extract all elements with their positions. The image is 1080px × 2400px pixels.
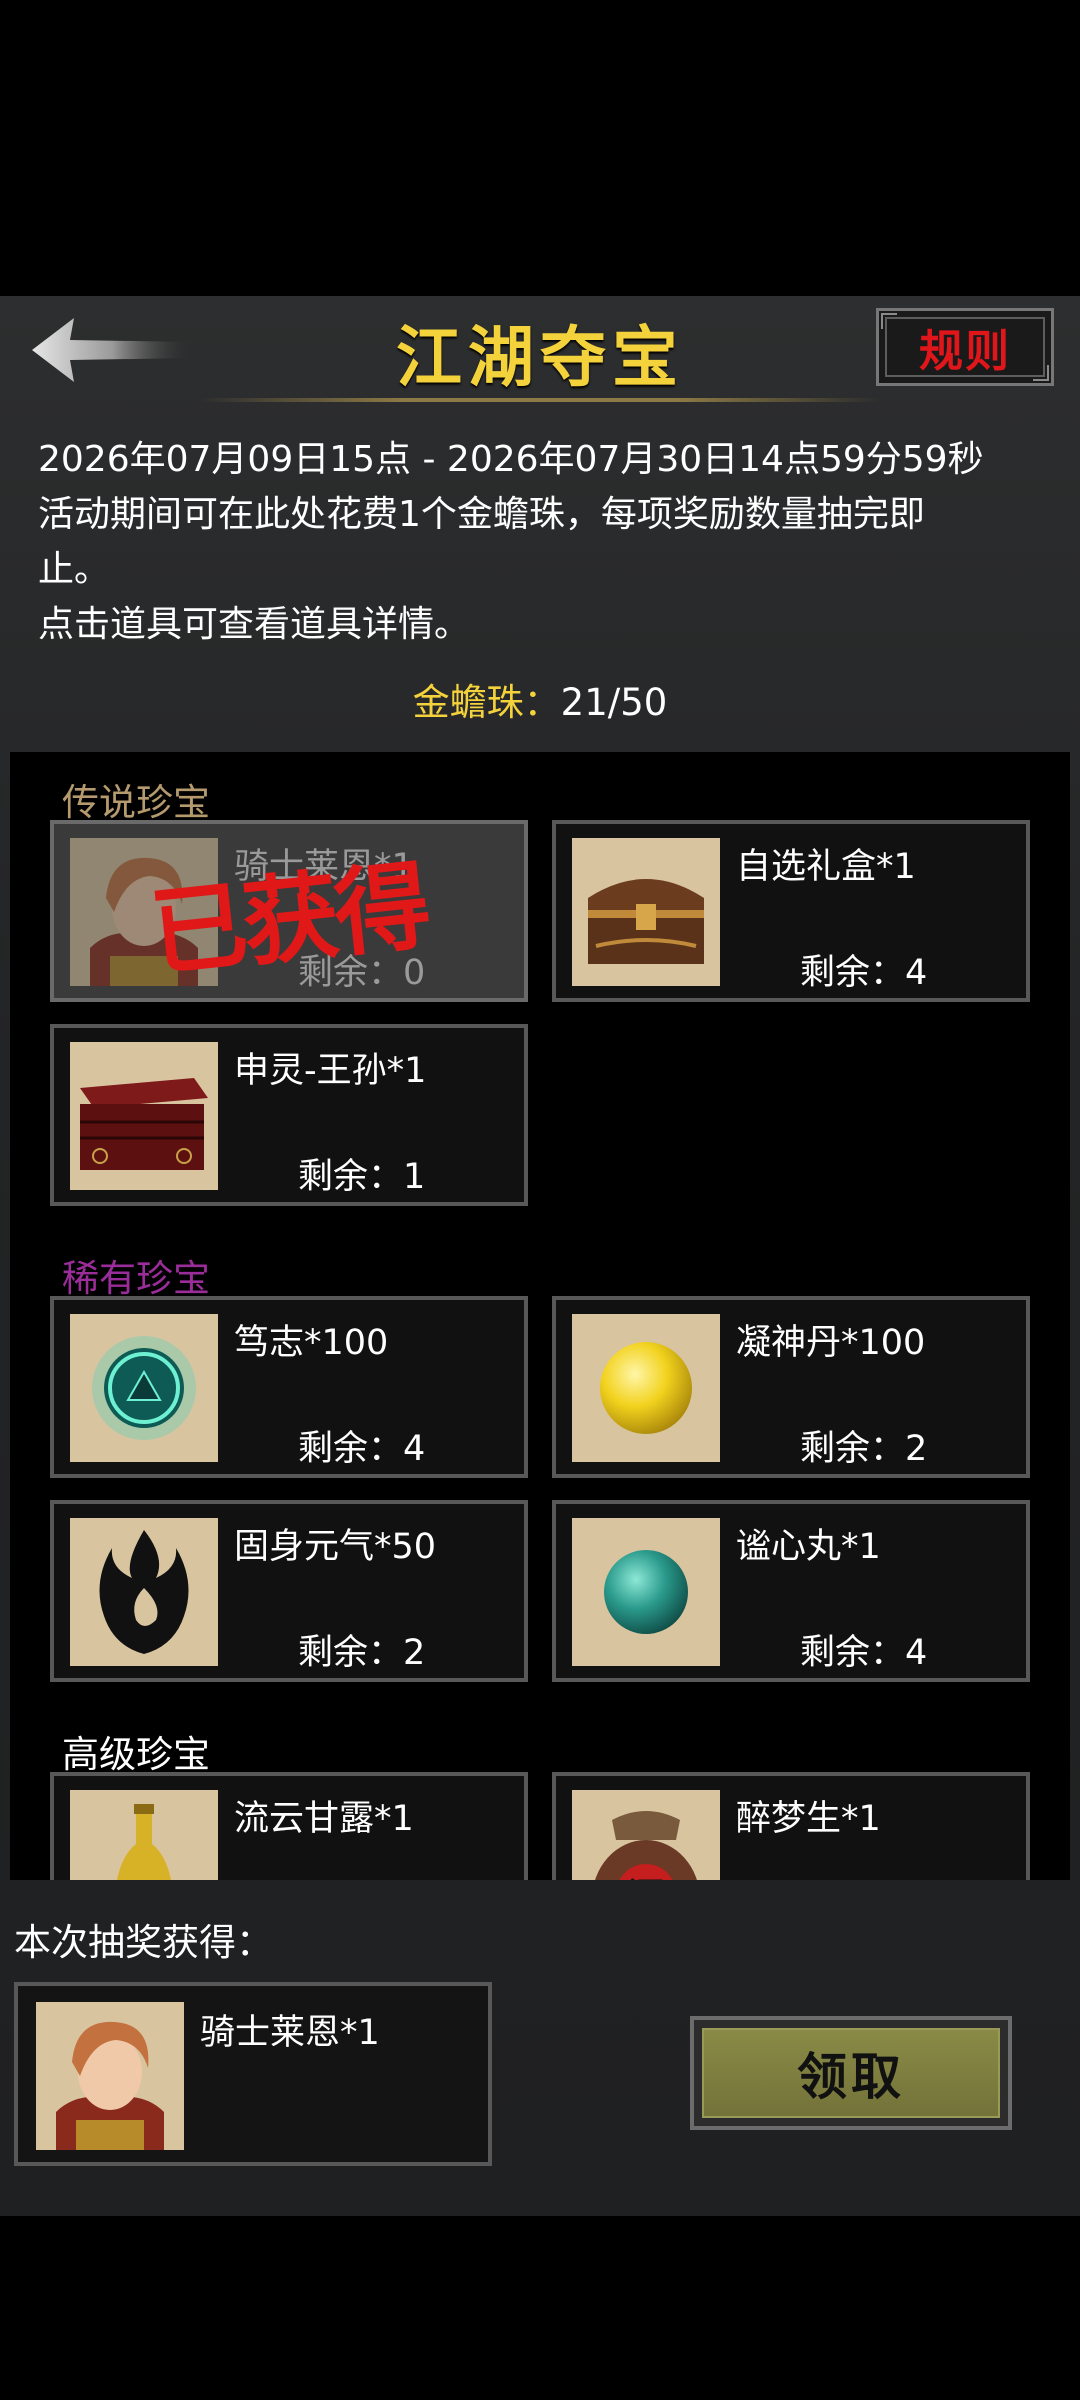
frame-corner <box>1033 365 1049 381</box>
section-title-advanced: 高级珍宝 <box>62 1733 210 1776</box>
reward-name: 自选礼盒*1 <box>736 847 916 887</box>
reward-name: 流云甘露*1 <box>234 1799 414 1839</box>
teal-pill-icon <box>572 1518 720 1666</box>
claimed-stamp: 已获得 <box>145 848 432 991</box>
rules-button[interactable]: 规则 <box>876 308 1054 386</box>
rules-label: 规则 <box>919 326 1011 377</box>
reward-name: 谧心丸*1 <box>736 1527 881 1567</box>
event-hint: 点击道具可查看道具详情。 <box>38 604 471 645</box>
reward-card-zuimengsheng[interactable]: 酒 醉梦生*1 <box>552 1772 1030 1880</box>
wine-char: 酒 <box>628 1876 664 1880</box>
reward-name: 申灵-王孙*1 <box>234 1051 427 1091</box>
reward-name: 醉梦生*1 <box>736 1799 881 1839</box>
reward-card-mixinwan[interactable]: 谧心丸*1 剩余：4 <box>552 1500 1030 1682</box>
reward-card-liuyunganlu[interactable]: 流云甘露*1 <box>50 1772 528 1880</box>
gold-vase-icon <box>70 1790 218 1880</box>
reward-remaining: 剩余：4 <box>298 1429 426 1469</box>
claim-button[interactable]: 领取 <box>690 2016 1012 2130</box>
result-item-card[interactable]: 骑士莱恩*1 <box>14 1982 492 2166</box>
currency-counter: 金蟾珠：21/50 <box>0 672 1080 726</box>
claim-label: 领取 <box>797 2048 905 2106</box>
knight-portrait-icon <box>36 2002 184 2150</box>
wine-jar-icon: 酒 <box>572 1790 720 1880</box>
reward-card-gift-box[interactable]: 自选礼盒*1 剩余：4 <box>552 820 1030 1002</box>
title-divider <box>200 398 880 402</box>
reward-remaining: 剩余：2 <box>298 1633 426 1673</box>
result-label: 本次抽奖获得： <box>14 1921 273 1964</box>
reward-card-ningshendan[interactable]: 凝神丹*100 剩余：2 <box>552 1296 1030 1478</box>
treasure-chest-icon <box>572 838 720 986</box>
event-period: 2026年07月09日15点 - 2026年07月30日14点59分59秒 <box>38 439 984 480</box>
reward-card-shenling-wangsun[interactable]: 申灵-王孙*1 剩余：1 <box>50 1024 528 1206</box>
currency-label: 金蟾珠： <box>412 681 561 724</box>
yellow-pill-icon <box>572 1314 720 1462</box>
event-rule-line: 止。 <box>38 549 111 590</box>
black-flame-icon <box>70 1518 218 1666</box>
red-chest-icon <box>70 1042 218 1190</box>
claim-button-face: 领取 <box>702 2028 1000 2118</box>
reward-remaining: 剩余：4 <box>800 953 928 993</box>
section-title-rare: 稀有珍宝 <box>62 1257 210 1300</box>
reward-card-gushenyuanqi[interactable]: 固身元气*50 剩余：2 <box>50 1500 528 1682</box>
event-rule-line: 活动期间可在此处花费1个金蟾珠，每项奖励数量抽完即 <box>38 494 925 535</box>
reward-remaining: 剩余：4 <box>800 1633 928 1673</box>
reward-name: 凝神丹*100 <box>736 1323 926 1363</box>
result-item-name: 骑士莱恩*1 <box>200 2013 380 2053</box>
reward-card-knight-ryan[interactable]: 骑士莱恩*1 剩余：0 已获得 <box>50 820 528 1002</box>
green-orb-icon <box>70 1314 218 1462</box>
reward-remaining: 剩余：1 <box>298 1157 426 1197</box>
reward-remaining: 剩余：2 <box>800 1429 928 1469</box>
reward-name: 笃志*100 <box>234 1323 389 1363</box>
rules-button-frame: 规则 <box>885 317 1045 377</box>
frame-corner <box>881 313 897 329</box>
reward-list[interactable]: 传说珍宝 骑士莱恩*1 剩余：0 已获得 自选礼盒*1 剩余：4 申灵-王孙*1… <box>10 752 1070 1880</box>
currency-value: 21/50 <box>560 681 668 724</box>
reward-name: 固身元气*50 <box>234 1527 437 1567</box>
reward-card-duzhi[interactable]: 笃志*100 剩余：4 <box>50 1296 528 1478</box>
section-title-legendary: 传说珍宝 <box>62 781 210 824</box>
event-description: 2026年07月09日15点 - 2026年07月30日14点59分59秒 活动… <box>38 432 1048 652</box>
